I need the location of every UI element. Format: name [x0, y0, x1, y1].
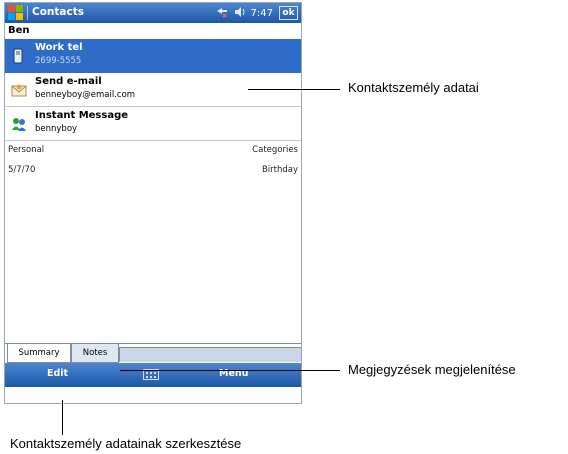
item-title: Work tel	[35, 42, 83, 53]
item-value: bennyboy	[35, 124, 78, 134]
detail-item-send-email[interactable]: Send e-mail benneyboy@email.com	[5, 73, 301, 107]
title-bar: Contacts 7:47 ok	[5, 3, 301, 23]
callout-edit: Kontaktszemély adatainak szerkesztése	[10, 436, 242, 451]
connectivity-icon[interactable]	[215, 6, 229, 21]
windows-start-icon[interactable]	[8, 5, 24, 21]
messenger-icon	[11, 116, 26, 132]
info-value: 5/7/70	[8, 165, 36, 175]
speaker-icon[interactable]	[234, 6, 246, 21]
item-title: Send e-mail	[35, 76, 102, 87]
item-title: Instant Message	[35, 110, 129, 121]
info-label: Birthday	[261, 165, 298, 175]
ok-button[interactable]: ok	[279, 6, 298, 20]
info-row-birthday: 5/7/70 Birthday	[5, 165, 301, 179]
menu-bar: Edit Menu	[5, 363, 301, 387]
detail-item-work-tel[interactable]: Work tel 2699-5555	[5, 39, 301, 73]
tab-bar: Summary Notes	[5, 343, 301, 364]
title-separator	[27, 6, 28, 20]
tab-bar-filler	[119, 347, 301, 362]
app-title: Contacts	[32, 6, 84, 18]
info-label: Categories	[252, 145, 298, 155]
info-value: Personal	[8, 145, 45, 155]
phone-icon	[11, 48, 25, 64]
leader-line-edit	[62, 400, 63, 435]
envelope-icon	[11, 82, 27, 98]
leader-line-details	[248, 89, 340, 90]
status-tray: 7:47	[215, 6, 273, 21]
item-value: benneyboy@email.com	[35, 90, 136, 100]
edit-button[interactable]: Edit	[47, 368, 68, 379]
item-value: 2699-5555	[35, 56, 82, 66]
detail-item-instant-message[interactable]: Instant Message bennyboy	[5, 107, 301, 141]
clock[interactable]: 7:47	[251, 8, 273, 19]
info-row-category: Personal Categories	[5, 145, 301, 159]
callout-details: Kontaktszemély adatai	[348, 80, 479, 95]
tab-summary[interactable]: Summary	[7, 344, 71, 363]
contact-name: Ben	[8, 25, 30, 36]
tab-notes[interactable]: Notes	[71, 344, 119, 363]
callout-notes: Megjegyzések megjelenítése	[348, 362, 516, 377]
leader-line-notes	[120, 370, 340, 371]
device-screen: Contacts 7:47 ok Ben Work tel 2699-5555 …	[4, 2, 302, 404]
